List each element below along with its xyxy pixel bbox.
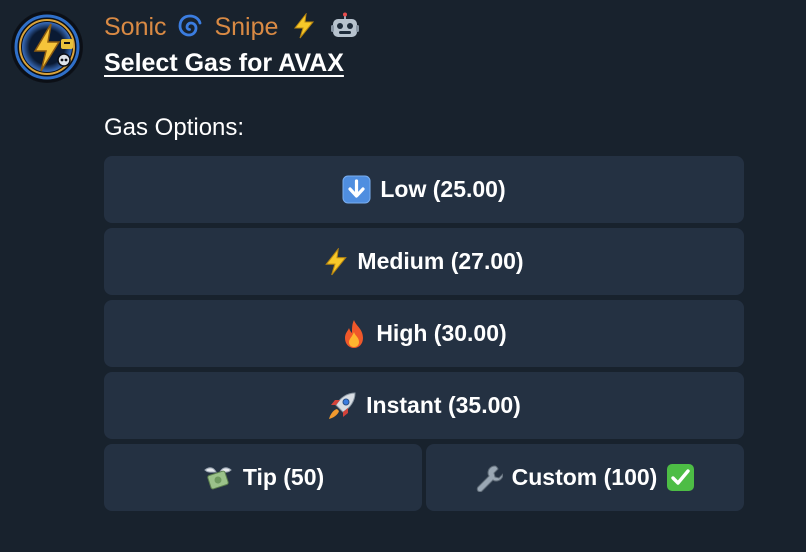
gas-instant-label: Instant (35.00)	[366, 392, 521, 418]
check-mark-icon	[667, 464, 695, 491]
gas-high-button[interactable]: High (30.00)	[104, 300, 744, 367]
custom-gas-button[interactable]: Custom (100)	[426, 444, 744, 511]
gas-high-label: High (30.00)	[376, 320, 507, 346]
money-wings-icon	[204, 466, 232, 489]
lightning-icon	[294, 13, 315, 39]
robot-icon	[331, 12, 360, 37]
avatar[interactable]	[11, 11, 83, 83]
lightning-icon	[325, 247, 348, 275]
fire-icon	[345, 319, 364, 348]
gas-instant-button[interactable]: Instant (35.00)	[104, 372, 744, 439]
rocket-icon	[329, 391, 356, 419]
wrench-icon	[476, 464, 503, 492]
sender-name[interactable]: Sonic Snipe	[104, 10, 360, 44]
gas-low-button[interactable]: Low (25.00)	[104, 156, 744, 223]
cyclone-icon	[178, 14, 201, 37]
down-arrow-icon	[342, 175, 371, 204]
tip-label: Tip (50)	[242, 464, 325, 490]
gas-medium-button[interactable]: Medium (27.00)	[104, 228, 744, 295]
message-heading[interactable]: Select Gas for AVAX	[104, 47, 344, 79]
gas-options-label: Gas Options:	[104, 114, 245, 141]
sender-name-part-2: Snipe	[214, 13, 279, 41]
sender-name-part-1: Sonic	[104, 13, 167, 41]
tip-button[interactable]: Tip (50)	[104, 444, 422, 511]
lightning-avatar-icon	[12, 12, 82, 82]
gas-low-label: Low (25.00)	[380, 176, 506, 202]
gas-medium-label: Medium (27.00)	[357, 248, 524, 274]
custom-gas-label: Custom (100)	[511, 464, 658, 490]
